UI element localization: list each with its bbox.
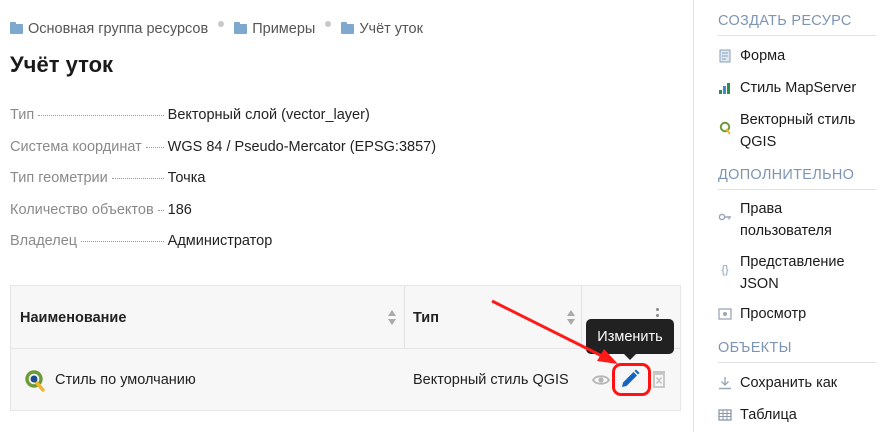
column-header-label: Тип	[413, 309, 439, 326]
properties-list: Тип Векторный слой (vector_layer) Систем…	[10, 107, 690, 265]
sidebar-item-label: Таблица	[740, 407, 797, 423]
breadcrumb-item-root[interactable]: Основная группа ресурсов	[10, 21, 208, 37]
preview-icon	[718, 308, 732, 320]
sidebar-item-permissions[interactable]: Права пользователя	[718, 198, 858, 242]
sidebar-item-json[interactable]: {} Представление JSON	[718, 251, 858, 295]
property-value: Точка	[167, 170, 206, 186]
sidebar-item-label: Стиль MapServer	[740, 80, 857, 96]
property-value: 186	[167, 201, 192, 218]
main-content: Основная группа ресурсов Примеры Учёт ут…	[0, 0, 693, 432]
sidebar-item-preview[interactable]: Просмотр	[718, 303, 806, 325]
sidebar: СОЗДАТЬ РЕСУРС Форма Стиль MapServer Век…	[694, 0, 890, 432]
page-title: Учёт уток	[10, 52, 114, 77]
row-type: Векторный стиль QGIS	[413, 372, 569, 388]
breadcrumb-label: Учёт уток	[359, 21, 423, 37]
property-leader-dots	[145, 146, 164, 148]
mapserver-icon	[719, 83, 730, 94]
sidebar-item-label: Права пользователя	[740, 201, 832, 239]
delete-icon[interactable]	[652, 370, 666, 388]
table-row[interactable]: Стиль по умолчанию Векторный стиль QGIS	[11, 349, 680, 411]
column-header-type[interactable]: Тип	[413, 286, 439, 349]
edit-tooltip: Изменить	[586, 319, 674, 360]
breadcrumb-label: Основная группа ресурсов	[28, 21, 209, 37]
sidebar-section-create: СОЗДАТЬ РЕСУРС	[718, 13, 852, 29]
qgis-icon	[719, 121, 731, 135]
sidebar-item-form[interactable]: Форма	[718, 45, 785, 67]
sort-icon[interactable]	[567, 310, 575, 326]
folder-icon	[341, 22, 355, 34]
sidebar-item-save-as[interactable]: Сохранить как	[718, 372, 837, 394]
sidebar-item-table[interactable]: Таблица	[718, 404, 797, 426]
property-key: Владелец	[10, 233, 78, 249]
breadcrumb-item-examples[interactable]: Примеры	[234, 21, 315, 37]
sort-icon[interactable]	[388, 310, 396, 326]
property-key: Количество объектов	[10, 201, 154, 218]
property-key: Тип	[10, 107, 35, 123]
property-row: Тип геометрии Точка	[10, 170, 690, 202]
qgis-style-icon	[25, 370, 45, 392]
column-header-name[interactable]: Наименование	[20, 286, 126, 349]
tooltip-label: Изменить	[597, 328, 663, 345]
folder-icon	[10, 22, 23, 34]
cell-name: Стиль по умолчанию	[22, 349, 196, 411]
children-table: Наименование Тип Стиль по умолчанию Вект…	[10, 285, 681, 411]
column-header-label: Наименование	[20, 309, 127, 326]
property-leader-dots	[111, 178, 164, 179]
property-row: Количество объектов 186	[10, 202, 690, 234]
sidebar-item-label: Векторный стиль QGIS	[740, 112, 856, 150]
section-divider	[718, 35, 876, 36]
view-icon[interactable]	[592, 371, 610, 389]
property-key: Тип геометрии	[10, 170, 108, 186]
property-key: Система координат	[10, 138, 142, 155]
property-value: WGS 84 / Pseudo-Mercator (EPSG:3857)	[167, 138, 437, 155]
sidebar-item-label: Сохранить как	[740, 375, 838, 391]
property-row: Система координат WGS 84 / Pseudo-Mercat…	[10, 139, 690, 171]
edit-pencil-icon[interactable]	[619, 368, 641, 390]
sidebar-section-additional: ДОПОЛНИТЕЛЬНО	[718, 167, 855, 183]
row-name: Стиль по умолчанию	[55, 372, 196, 388]
download-icon	[719, 377, 731, 390]
form-icon	[719, 49, 731, 63]
sidebar-section-objects: ОБЪЕКТЫ	[718, 340, 792, 356]
sidebar-item-qgis-style[interactable]: Векторный стиль QGIS	[718, 109, 878, 153]
key-icon	[718, 213, 731, 221]
column-divider	[581, 286, 582, 349]
sidebar-item-mapserver-style[interactable]: Стиль MapServer	[718, 77, 856, 99]
breadcrumb-separator	[325, 21, 332, 27]
json-icon: {}	[721, 264, 729, 276]
section-divider	[718, 189, 876, 190]
property-value: Векторный слой (vector_layer)	[167, 107, 370, 123]
folder-icon	[234, 22, 248, 34]
table-icon	[718, 409, 732, 421]
sidebar-item-label: Форма	[740, 48, 786, 64]
property-leader-dots	[38, 115, 164, 116]
breadcrumb-item-current[interactable]: Учёт уток	[341, 21, 423, 37]
sidebar-item-label: Представление JSON	[740, 254, 845, 292]
section-divider	[718, 362, 876, 363]
table-header: Наименование Тип	[11, 286, 680, 349]
column-divider	[404, 286, 405, 349]
cell-type: Векторный стиль QGIS	[413, 349, 569, 411]
property-leader-dots	[157, 209, 164, 211]
sidebar-item-label: Просмотр	[740, 306, 807, 322]
breadcrumb: Основная группа ресурсов Примеры Учёт ут…	[10, 21, 423, 37]
property-leader-dots	[81, 241, 164, 242]
breadcrumb-separator	[218, 21, 225, 27]
property-row: Тип Векторный слой (vector_layer)	[10, 107, 690, 139]
property-row: Владелец Администратор	[10, 233, 690, 265]
breadcrumb-label: Примеры	[252, 21, 316, 37]
property-value: Администратор	[167, 233, 273, 249]
